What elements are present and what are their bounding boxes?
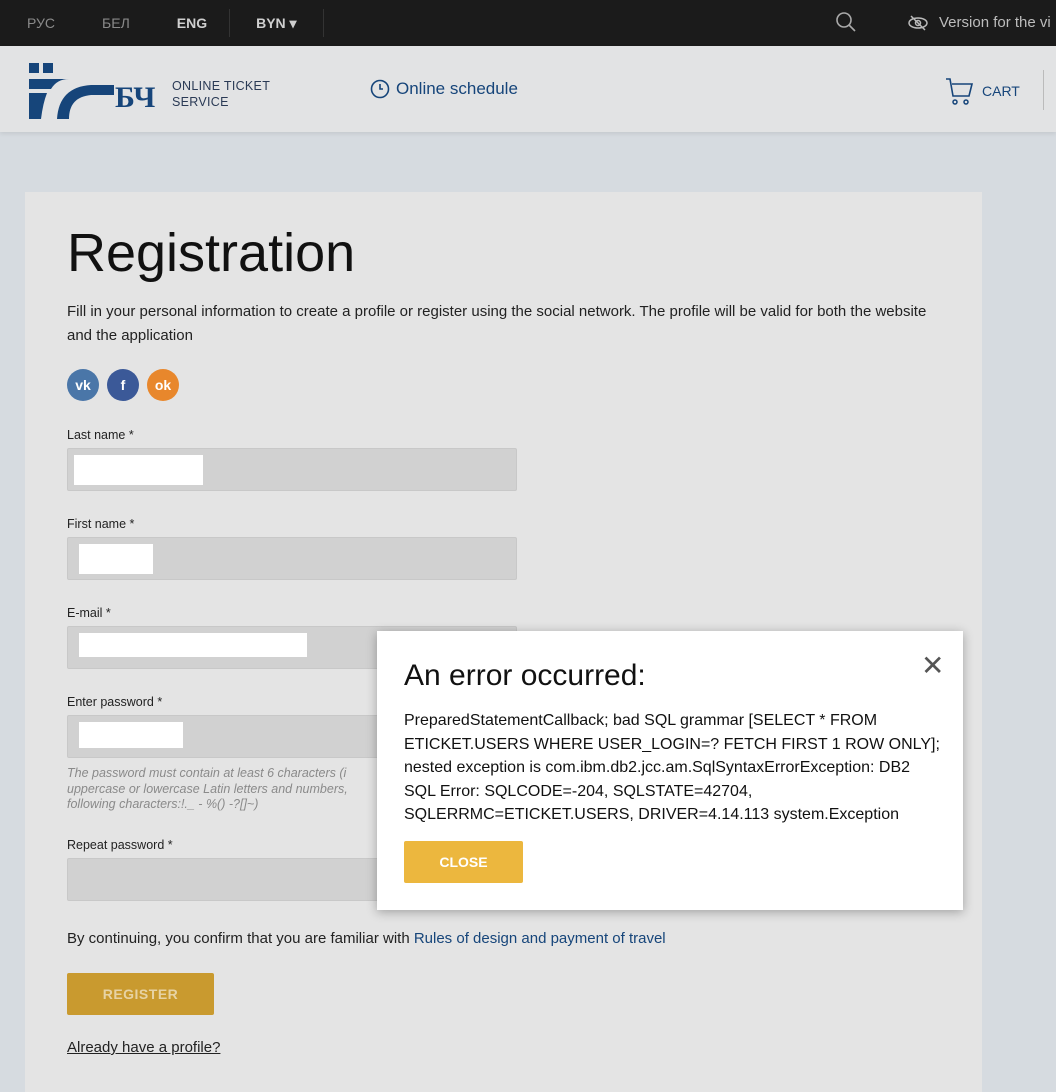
search-icon[interactable] [836,12,856,32]
facebook-button[interactable]: f [107,369,139,401]
lang-rus[interactable]: РУС [27,15,55,31]
intro-text: Fill in your personal information to cre… [67,303,927,344]
close-icon[interactable]: ✕ [921,649,944,682]
currency-label: BYN [256,14,286,31]
accessibility-label: Version for the vi [939,14,1051,31]
schedule-label: Online schedule [396,79,518,98]
cart-link[interactable]: CART [944,76,1020,106]
error-message: PreparedStatementCallback; bad SQL gramm… [404,712,940,823]
lang-bel[interactable]: БЕЛ [102,15,130,31]
last-name-label: Last name * [67,428,134,442]
site-header: БЧ ONLINE TICKET SERVICE Online schedule … [0,46,1056,132]
lang-eng[interactable]: ENG [177,15,207,31]
svg-text:БЧ: БЧ [115,81,155,114]
first-name-label: First name * [67,517,135,531]
currency-select[interactable]: BYN ▾ [256,15,296,32]
online-schedule-link[interactable]: Online schedule [370,79,518,99]
cart-label: CART [982,83,1020,99]
password-label: Enter password * [67,695,163,709]
redaction [79,544,153,574]
divider [322,9,324,37]
redaction [74,455,203,485]
password-hint: The password must contain at least 6 cha… [67,766,348,811]
redaction [79,722,183,748]
last-name-input[interactable] [67,448,517,491]
bch-logo-icon: БЧ [29,63,155,119]
page-title: Registration [67,223,356,283]
redaction [79,633,307,657]
clock-icon [370,79,390,99]
cart-icon [946,78,974,105]
divider [229,9,231,37]
logo-text: ONLINE TICKET SERVICE [172,79,271,109]
logo[interactable]: БЧ [29,63,164,124]
vk-button[interactable]: vk [67,369,99,401]
first-name-input[interactable] [67,537,517,580]
divider [1043,70,1044,110]
already-have-profile-link[interactable]: Already have a profile? [67,1039,220,1056]
register-button[interactable]: REGISTER [67,973,214,1015]
rules-link[interactable]: Rules of design and payment of travel [414,930,666,947]
confirm-text: By continuing, you confirm that you are … [67,930,666,947]
eye-off-icon [908,15,928,31]
repeat-password-label: Repeat password * [67,838,173,852]
close-button[interactable]: CLOSE [404,841,523,883]
error-dialog: An error occurred: ✕ PreparedStatementCa… [377,631,963,910]
accessibility-link[interactable]: Version for the vi [907,14,1051,32]
top-bar: РУС БЕЛ ENG BYN ▾ Version for the vi [0,0,1056,46]
dialog-title: An error occurred: [404,659,646,692]
odnoklassniki-button[interactable]: ok [147,369,179,401]
email-label: E-mail * [67,606,111,620]
